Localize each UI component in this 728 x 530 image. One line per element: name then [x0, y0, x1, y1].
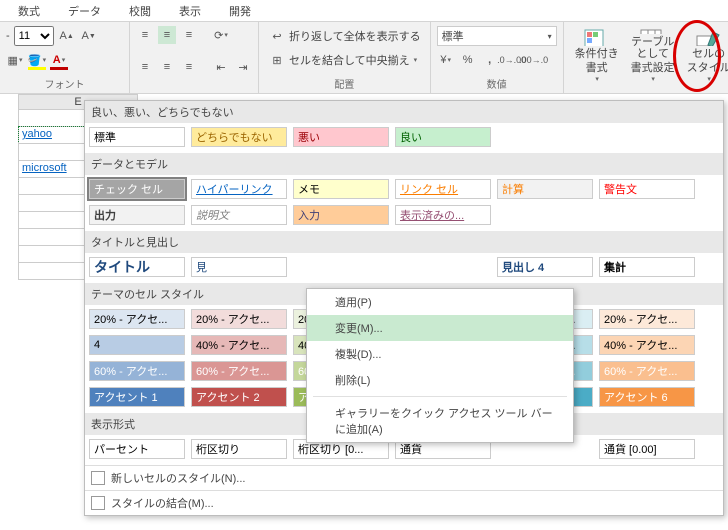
style-swatch[interactable]: 20% - アクセ...: [599, 309, 695, 329]
indent-decrease-icon[interactable]: ⇤: [212, 58, 230, 76]
style-swatch[interactable]: 20% - アクセ...: [89, 309, 185, 329]
merge-center-label: セルを結合して中央揃え: [289, 52, 410, 68]
font-size-label: -: [6, 30, 10, 42]
merge-styles-icon: [91, 496, 105, 510]
gallery-category: 良い、悪い、どちらでもない: [85, 101, 723, 123]
font-group-label: フォント: [6, 74, 123, 91]
group-font: - 11 A▲ A▼ ▦▾ 🪣▾ A▾ フォント: [0, 22, 130, 93]
fill-color-icon[interactable]: 🪣▾: [28, 51, 46, 69]
style-swatch[interactable]: チェック セル: [89, 179, 185, 199]
style-swatch[interactable]: 集計: [599, 257, 695, 277]
conditional-formatting-icon: [583, 28, 611, 46]
style-swatch[interactable]: 桁区切り: [191, 439, 287, 459]
merge-styles[interactable]: スタイルの結合(M)...: [85, 490, 723, 515]
wrap-text-button[interactable]: ↩ 折り返して全体を表示する: [265, 26, 424, 46]
font-size-select[interactable]: 11: [14, 26, 54, 46]
ctx-delete[interactable]: 削除(L): [307, 367, 573, 393]
style-swatch[interactable]: 4: [89, 335, 185, 355]
tab-view[interactable]: 表示: [165, 0, 215, 21]
percent-icon[interactable]: %: [459, 51, 477, 69]
style-swatch[interactable]: アクセント 6: [599, 387, 695, 407]
group-styles: 条件付き書式▾ テーブルとして書式設定▾ セルのスタイル▾: [564, 22, 728, 93]
ctx-add-to-qat[interactable]: ギャラリーをクイック アクセス ツール バーに追加(A): [307, 400, 573, 442]
ribbon-tabs: 数式 データ 校閲 表示 開発: [0, 0, 728, 22]
align-top-icon[interactable]: ≡: [136, 26, 154, 44]
style-swatch[interactable]: リンク セル: [395, 179, 491, 199]
decrease-font-icon[interactable]: A▼: [80, 27, 98, 45]
style-swatch[interactable]: 標準: [89, 127, 185, 147]
format-as-table-button[interactable]: テーブルとして書式設定▾: [626, 26, 680, 86]
separator: [313, 396, 567, 397]
style-swatch[interactable]: 60% - アクセ...: [191, 361, 287, 381]
style-swatch[interactable]: 20% - アクセ...: [191, 309, 287, 329]
number-group-label: 数値: [437, 74, 557, 91]
number-format-select[interactable]: 標準: [437, 26, 557, 46]
indent-increase-icon[interactable]: ⇥: [234, 58, 252, 76]
align-right-icon[interactable]: ≡: [180, 58, 198, 76]
gallery-category: データとモデル: [85, 153, 723, 175]
currency-icon[interactable]: ¥▾: [437, 51, 455, 69]
new-style-icon: [91, 471, 105, 485]
tab-data[interactable]: データ: [54, 0, 115, 21]
group-number: 標準 ¥▾ % , .0→.00 .00→.0 数値: [431, 22, 564, 93]
style-swatch[interactable]: 40% - アクセ...: [191, 335, 287, 355]
style-swatch[interactable]: [395, 257, 491, 277]
tab-developer[interactable]: 開発: [215, 0, 265, 21]
merge-icon: ⊞: [268, 51, 286, 69]
style-swatch[interactable]: アクセント 1: [89, 387, 185, 407]
style-swatch[interactable]: パーセント: [89, 439, 185, 459]
style-swatch[interactable]: どちらでもない: [191, 127, 287, 147]
borders-icon[interactable]: ▦▾: [6, 51, 24, 69]
group-alignment-2: ↩ 折り返して全体を表示する ⊞ セルを結合して中央揃え ▾ 配置: [259, 22, 431, 93]
style-swatch[interactable]: 出力: [89, 205, 185, 225]
merge-center-button[interactable]: ⊞ セルを結合して中央揃え ▾: [265, 50, 424, 70]
ribbon: - 11 A▲ A▼ ▦▾ 🪣▾ A▾ フォント ≡ ≡ ≡ ⟳▾ ≡ ≡ ≡ …: [0, 22, 728, 94]
font-color-icon[interactable]: A▾: [50, 51, 68, 69]
ctx-duplicate[interactable]: 複製(D)...: [307, 341, 573, 367]
style-swatch[interactable]: メモ: [293, 179, 389, 199]
style-swatch[interactable]: アクセント 2: [191, 387, 287, 407]
align-center-icon[interactable]: ≡: [158, 58, 176, 76]
wrap-text-label: 折り返して全体を表示する: [289, 28, 421, 44]
style-swatch[interactable]: 通貨 [0.00]: [599, 439, 695, 459]
increase-decimal-icon[interactable]: .0→.00: [503, 51, 521, 69]
alignment-group-label: 配置: [265, 74, 424, 91]
style-swatch[interactable]: 60% - アクセ...: [599, 361, 695, 381]
table-icon: [639, 28, 667, 34]
style-swatch[interactable]: 見: [191, 257, 287, 277]
cell-styles-button[interactable]: セルのスタイル▾: [682, 26, 728, 86]
gallery-category: タイトルと見出し: [85, 231, 723, 253]
style-swatch[interactable]: 表示済みの...: [395, 205, 491, 225]
decrease-decimal-icon[interactable]: .00→.0: [525, 51, 543, 69]
align-bottom-icon[interactable]: ≡: [180, 26, 198, 44]
style-swatch[interactable]: 入力: [293, 205, 389, 225]
style-context-menu: 適用(P) 変更(M)... 複製(D)... 削除(L) ギャラリーをクイック…: [306, 288, 574, 443]
new-cell-style[interactable]: 新しいセルのスタイル(N)...: [85, 465, 723, 490]
ctx-modify[interactable]: 変更(M)...: [307, 315, 573, 341]
increase-font-icon[interactable]: A▲: [58, 27, 76, 45]
style-swatch[interactable]: 悪い: [293, 127, 389, 147]
style-swatch[interactable]: 警告文: [599, 179, 695, 199]
style-swatch[interactable]: 説明文: [191, 205, 287, 225]
comma-icon[interactable]: ,: [481, 51, 499, 69]
cell-styles-icon: [695, 28, 723, 46]
style-swatch[interactable]: 計算: [497, 179, 593, 199]
style-swatch[interactable]: 良い: [395, 127, 491, 147]
wrap-text-icon: ↩: [268, 27, 286, 45]
style-swatch[interactable]: [293, 257, 389, 277]
orientation-icon[interactable]: ⟳▾: [212, 26, 230, 44]
ctx-apply[interactable]: 適用(P): [307, 289, 573, 315]
group-alignment: ≡ ≡ ≡ ⟳▾ ≡ ≡ ≡ ⇤ ⇥: [130, 22, 259, 93]
align-middle-icon[interactable]: ≡: [158, 26, 176, 44]
conditional-formatting-button[interactable]: 条件付き書式▾: [570, 26, 624, 86]
style-swatch[interactable]: 見出し 4: [497, 257, 593, 277]
align-left-icon[interactable]: ≡: [136, 58, 154, 76]
style-swatch[interactable]: ハイパーリンク: [191, 179, 287, 199]
tab-formula[interactable]: 数式: [4, 0, 54, 21]
style-swatch[interactable]: 40% - アクセ...: [599, 335, 695, 355]
tab-review[interactable]: 校閲: [115, 0, 165, 21]
style-swatch[interactable]: タイトル: [89, 257, 185, 277]
style-swatch[interactable]: 60% - アクセ...: [89, 361, 185, 381]
